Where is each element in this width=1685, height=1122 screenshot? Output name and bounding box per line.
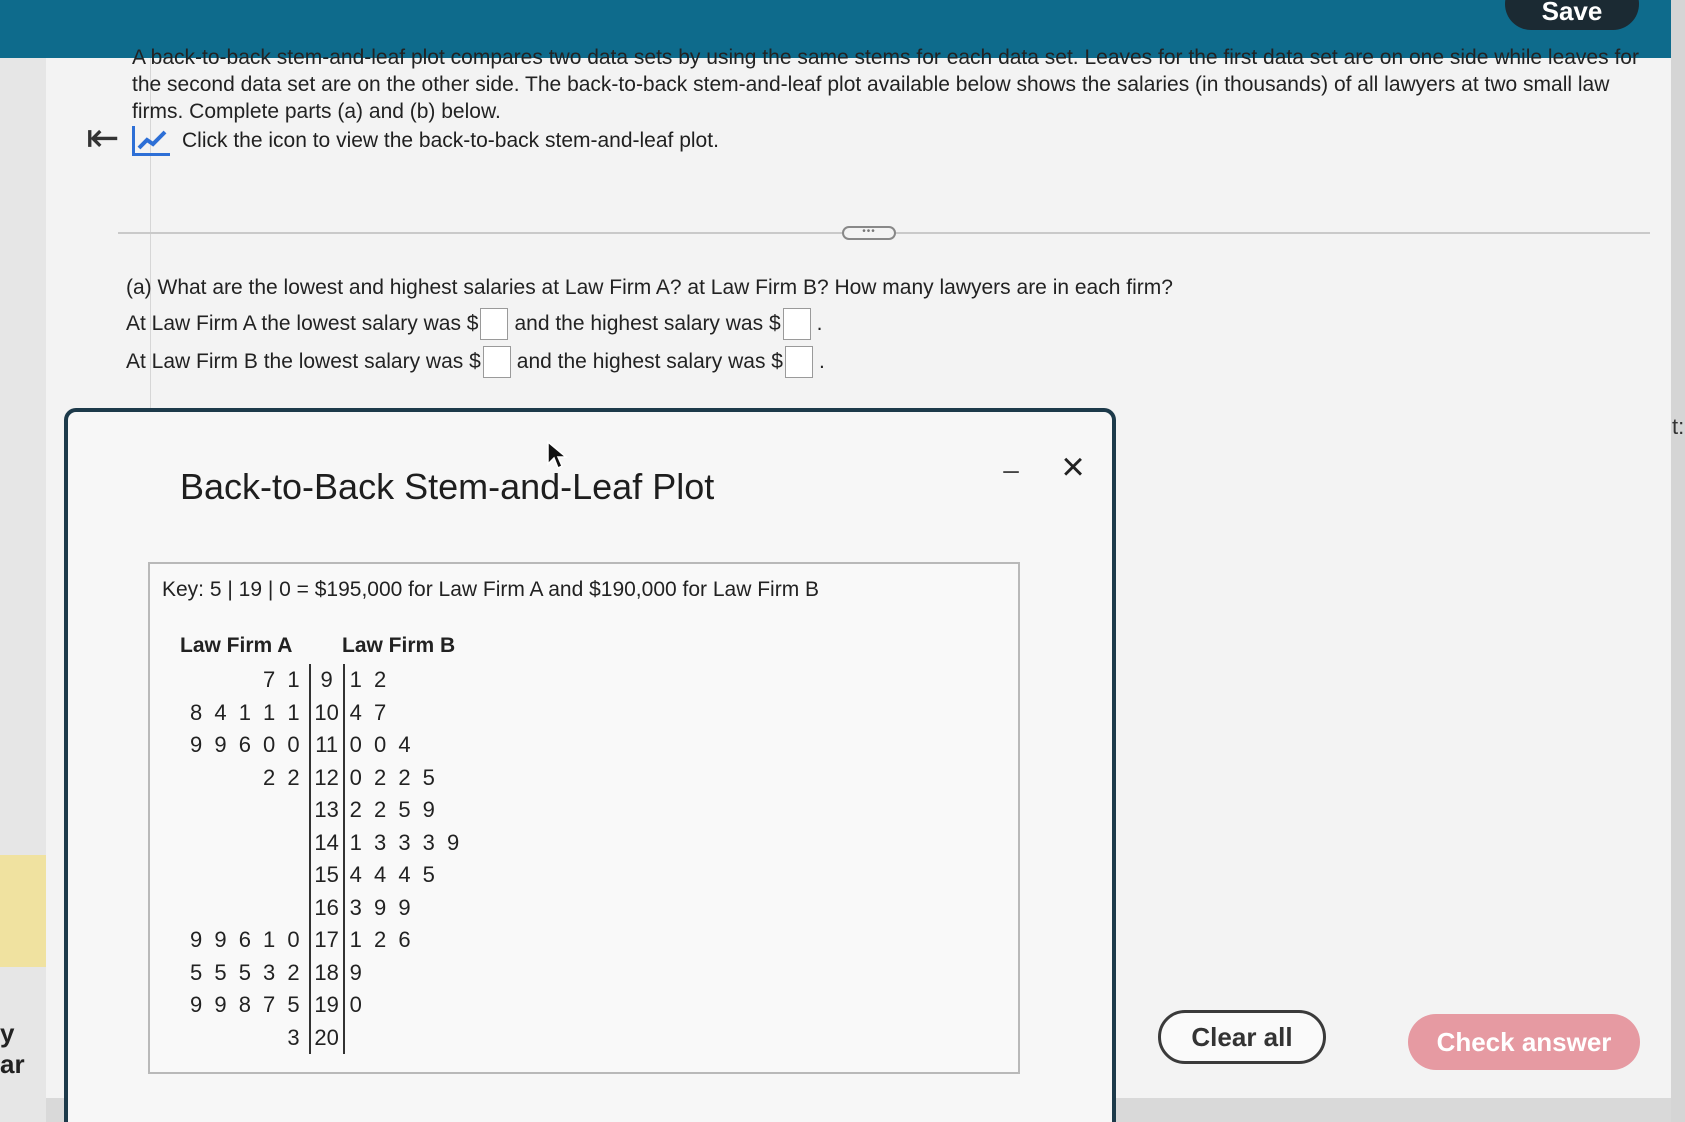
firm-b-leaves: 3 9 9 — [349, 894, 414, 920]
firm-b-leaves: 1 3 3 3 9 — [349, 829, 463, 855]
firm-a-leaves: 9 9 8 7 5 — [190, 992, 303, 1018]
stem-leaf-table: 7 191 28 4 1 1 1 10 4 79 9 6 0 0 11 0 0 42 2… — [190, 664, 464, 1054]
stem-leaf-row: 7 191 2 — [190, 664, 464, 697]
plot-key: Key: 5 | 19 | 0 = $195,000 for Law Firm … — [162, 578, 820, 601]
firm-a-leaves: 7 1 — [263, 667, 303, 693]
firm-a-leaves — [190, 827, 310, 860]
stem-leaf-row: 2 2 12 0 2 2 5 — [190, 761, 464, 794]
firm-a-leaves: 5 5 5 3 2 — [190, 959, 303, 985]
stem-value: 15 — [308, 859, 345, 892]
stem-value: 20 — [308, 1021, 345, 1054]
firm-b-leaves: 0 2 2 5 — [349, 764, 438, 790]
stem-value: 14 — [308, 826, 345, 859]
firm-b-lowest-input[interactable] — [482, 346, 511, 378]
cursor-icon — [547, 440, 569, 470]
firm-b-leaves: 9 — [349, 959, 365, 985]
stem-leaf-row: 14 1 3 3 3 9 — [190, 826, 464, 860]
firm-b-end: . — [818, 350, 825, 373]
plot-link[interactable]: Click the icon to view the back-to-back … — [132, 124, 719, 158]
firm-a-leaves: 2 2 — [263, 764, 303, 790]
close-icon[interactable]: × — [1052, 446, 1094, 488]
firm-a-leaves: 3 — [287, 1024, 303, 1050]
stem-value: 10 — [308, 696, 345, 729]
left-highlight — [0, 855, 46, 967]
firm-a-highest-input[interactable] — [782, 308, 811, 340]
plot-link-label: Click the icon to view the back-to-back … — [182, 129, 719, 152]
firm-b-leaves: 4 7 — [349, 699, 390, 725]
stem-value: 12 — [308, 761, 345, 794]
stem-leaf-row: 9 9 6 1 0 17 1 2 6 — [190, 924, 464, 957]
stem-leaf-row: 15 4 4 4 5 — [190, 859, 464, 892]
expand-handle[interactable]: ••• — [842, 226, 896, 240]
firm-a-leaves — [190, 892, 310, 925]
right-fragment-text: t: — [1672, 414, 1685, 439]
check-answer-button[interactable]: Check answer — [1408, 1014, 1640, 1070]
stem-value: 11 — [308, 729, 345, 762]
firm-a-leaves — [190, 794, 310, 827]
stem-value: 13 — [308, 794, 345, 827]
firm-b-lowest-label: At Law Firm B the lowest salary was $ — [126, 350, 481, 373]
stem-leaf-row: 9 9 6 0 0 11 0 0 4 — [190, 729, 464, 762]
firm-b-highest-label: and the highest salary was $ — [516, 350, 783, 373]
chart-icon[interactable] — [132, 126, 170, 156]
answer-row-firm-a: At Law Firm A the lowest salary was $ an… — [126, 308, 822, 340]
firm-b-leaves: 1 2 6 — [349, 927, 414, 953]
firm-b-leaves: 1 2 — [349, 667, 390, 693]
question-a: (a) What are the lowest and highest sala… — [126, 276, 1173, 299]
stem-leaf-row: 13 2 2 5 9 — [190, 794, 464, 827]
stem-value: 19 — [308, 989, 345, 1022]
stem-leaf-row: 16 3 9 9 — [190, 891, 464, 925]
firm-a-lowest-label: At Law Firm A the lowest salary was $ — [126, 312, 479, 335]
answer-row-firm-b: At Law Firm B the lowest salary was $ an… — [126, 346, 825, 378]
firm-a-end: . — [816, 312, 823, 335]
stem-value: 16 — [308, 891, 345, 924]
stem-leaf-row: 3 20 — [190, 1021, 464, 1055]
stem-leaf-plot: Key: 5 | 19 | 0 = $195,000 for Law Firm … — [148, 562, 1020, 1074]
stem-value: 18 — [308, 956, 345, 989]
firm-a-highest-label: and the highest salary was $ — [514, 312, 781, 335]
left-fragment-text: y ar — [0, 1018, 25, 1079]
firm-b-leaves: 0 — [349, 992, 365, 1018]
firm-b-leaves: 2 2 5 9 — [349, 797, 438, 823]
firm-b-highest-input[interactable] — [784, 346, 813, 378]
stem-leaf-row: 9 9 8 7 5 19 0 — [190, 989, 464, 1022]
intro-text-container: A back-to-back stem-and-leaf plot compar… — [132, 46, 1652, 125]
firm-b-leaves — [344, 1022, 464, 1055]
collapse-left-icon[interactable]: ⇤ — [86, 116, 130, 160]
firm-a-leaves: 9 9 6 1 0 — [190, 927, 303, 953]
minimize-icon[interactable]: – — [996, 454, 1026, 485]
firm-b-leaves: 4 4 4 5 — [349, 862, 438, 888]
firm-a-leaves — [190, 859, 310, 892]
clear-all-button[interactable]: Clear all — [1158, 1010, 1326, 1064]
firm-a-leaves: 9 9 6 0 0 — [190, 732, 303, 758]
save-button[interactable]: Save — [1505, 0, 1639, 30]
stem-leaf-row: 5 5 5 3 2 18 9 — [190, 956, 464, 989]
stem-leaf-modal: Back-to-Back Stem-and-Leaf Plot – × Key:… — [64, 408, 1116, 1122]
intro-text: A back-to-back stem-and-leaf plot compar… — [132, 46, 1639, 123]
right-edge — [1671, 0, 1685, 1122]
header-law-firm-a: Law Firm A — [180, 634, 293, 657]
firm-a-leaves: 8 4 1 1 1 — [190, 699, 303, 725]
header-law-firm-b: Law Firm B — [342, 634, 456, 657]
stem-value: 17 — [308, 924, 345, 957]
modal-title: Back-to-Back Stem-and-Leaf Plot — [180, 466, 715, 507]
firm-a-lowest-input[interactable] — [480, 308, 509, 340]
stem-leaf-row: 8 4 1 1 1 10 4 7 — [190, 696, 464, 729]
stem-value: 9 — [308, 664, 345, 697]
firm-b-leaves: 0 0 4 — [349, 732, 414, 758]
